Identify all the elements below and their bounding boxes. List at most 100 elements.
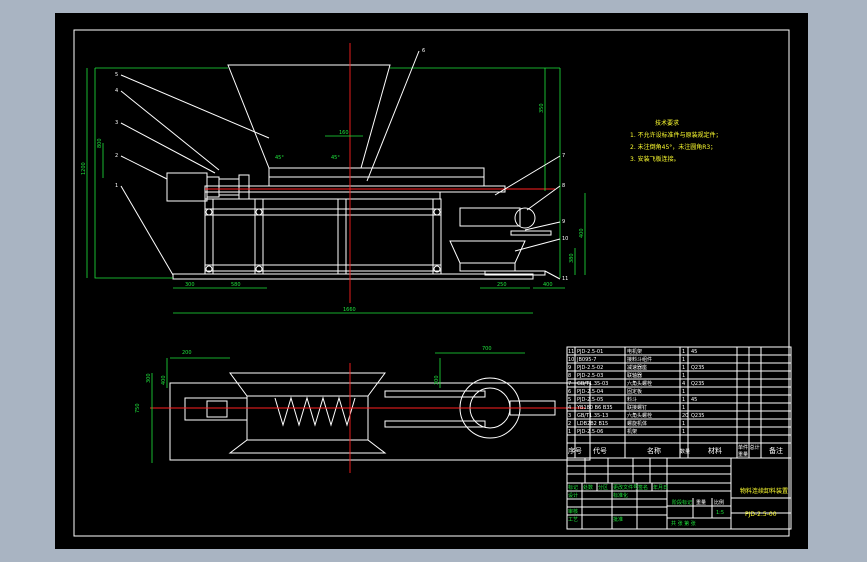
- bom-cell-code: PJD-2.5-03: [577, 373, 603, 379]
- dim-text: 45°: [331, 155, 340, 161]
- plan-hopper: [228, 372, 387, 454]
- base-plate: [172, 273, 534, 280]
- dim-text: 300: [146, 373, 152, 383]
- bom-header: 序号 代号 名称 数量 材料 单件 总计 重量 备注: [568, 444, 783, 458]
- bom-cell-name: 接料斗组件: [627, 356, 652, 363]
- drawing-sheet: 5 4 3 2 1 6 7 8 9 10 11 1660 300 580 250…: [55, 13, 808, 549]
- bom-cell-qty: 1: [682, 429, 685, 435]
- callout-labels: 5 4 3 2 1 6 7 8 9 10 11: [115, 48, 568, 282]
- dim-text: 200: [182, 350, 192, 356]
- dim-text: 250: [497, 282, 507, 288]
- title-block-text: 物料连续卸料装置 PJD-2.5-00 阶段标记 重量 比例 1:5 共 张 第…: [568, 484, 788, 527]
- role-label: 标准化: [613, 492, 628, 499]
- sheet-label: 共 张 第 张: [671, 520, 696, 527]
- bom-header-name: 名称: [647, 446, 661, 455]
- dim-text: 380: [569, 253, 575, 263]
- bom-cell-code: GB/T1.35-03: [577, 381, 608, 387]
- bom-cell-no: 7: [568, 381, 571, 387]
- plan-dimension-texts: 200 700 300 400 300 750: [135, 346, 492, 413]
- bom-cell-mat: 45: [691, 397, 697, 403]
- role-label: 审核: [568, 508, 578, 515]
- bom-cell-code: LDB2B2 B15: [577, 421, 608, 427]
- dim-text: 1200: [81, 162, 87, 175]
- bom-cell-no: 6: [568, 389, 571, 395]
- bom-cell-code: PJD-2.5-04: [577, 389, 603, 395]
- dim-text: 1660: [343, 307, 356, 313]
- bom-cell-no: 2: [568, 421, 571, 427]
- bom-cell-no: 1: [568, 429, 571, 435]
- bom-cell-no: 10: [568, 357, 574, 363]
- callout: 8: [562, 183, 565, 189]
- bom-cell-qty: 20: [682, 413, 688, 419]
- bom-header-code: 代号: [593, 446, 607, 455]
- row-label: 分区: [598, 484, 608, 491]
- bom-cell-name: 联接螺钉: [627, 404, 647, 411]
- row-label: 年月日: [653, 484, 668, 491]
- callout: 11: [562, 276, 568, 282]
- bom-cell-qty: 1: [682, 357, 685, 363]
- reducer: [514, 207, 536, 229]
- discharge-unit: [459, 207, 521, 227]
- row-label: 处数: [583, 484, 593, 491]
- role-label: 设计: [568, 492, 578, 499]
- screw-flight: [274, 396, 356, 427]
- tech-item: 2. 未注倒角45°，未注圆角R3；: [630, 143, 716, 151]
- dim-text: 45°: [275, 155, 284, 161]
- callout: 5: [115, 72, 118, 78]
- bom-cell-name: 固定板: [627, 388, 642, 395]
- bom-cell-name: 六角头螺栓: [627, 412, 652, 419]
- callout: 6: [422, 48, 425, 54]
- frame-top-rail: [204, 191, 441, 200]
- drawing-title: 物料连续卸料装置: [740, 487, 788, 495]
- row-label: 标记: [568, 484, 578, 491]
- bom-cell-qty: 1: [682, 389, 685, 395]
- bom-cell-code: JB095-7: [576, 357, 596, 363]
- bom-cell-no: 8: [568, 373, 571, 379]
- bom-cell-name: 联轴器: [627, 372, 642, 379]
- bom-header-weight-sub: 重量: [738, 451, 748, 458]
- bom-cell-mat: Q235: [691, 365, 704, 371]
- callout: 4: [115, 88, 118, 94]
- bom-cell-name: 螺旋机体: [627, 420, 647, 427]
- bom-header-qty: 数量: [680, 448, 690, 455]
- dim-text: 400: [543, 282, 553, 288]
- bom-cell-code: PJD-2.5-01: [577, 349, 603, 355]
- bom-cell-no: 9: [568, 365, 571, 371]
- dim-text: 800: [97, 138, 103, 148]
- bom-cell-name: 料斗: [627, 396, 637, 403]
- hopper: [227, 64, 391, 169]
- front-view: [86, 43, 586, 314]
- bom-header-no: 序号: [568, 446, 582, 455]
- plan-base: [169, 382, 591, 461]
- dim-text: 300: [434, 375, 440, 385]
- bom-cell-no: 3: [568, 413, 571, 419]
- stage-label: 阶段标记: [672, 499, 692, 506]
- bom-cell-qty: 1: [682, 421, 685, 427]
- callout: 10: [562, 236, 568, 242]
- tech-item: 1. 不允许设标准件与原装规定件；: [630, 131, 722, 139]
- role-label: 工艺: [568, 517, 578, 523]
- plan-view: [150, 352, 591, 473]
- dim-text: 300: [185, 282, 195, 288]
- bom-cell-code: YB180 B6 B35: [576, 405, 613, 411]
- role-label: 批准: [613, 516, 623, 523]
- bom-cell-qty: 1: [682, 397, 685, 403]
- bom-cell-qty: 1: [682, 349, 685, 355]
- drawing-number: PJD-2.5-00: [745, 511, 777, 518]
- dim-text: 580: [231, 282, 241, 288]
- bom-cell-code: GB/T1.35-13: [577, 413, 608, 419]
- callout: 1: [115, 183, 118, 189]
- callout: 2: [115, 153, 118, 159]
- callout: 3: [115, 120, 118, 126]
- bom-cell-qty: 1: [682, 373, 685, 379]
- bom-cell-code: PJD-2.5-02: [577, 365, 603, 371]
- bom-cell-name: 六角头螺栓: [627, 380, 652, 387]
- weight-label: 重量: [696, 499, 706, 506]
- tech-item: 3. 安装飞板连接。: [630, 155, 680, 163]
- receiving-hopper: [449, 240, 526, 264]
- bom-cell-mat: 45: [691, 349, 697, 355]
- bom-header-weight: 单件 总计: [738, 444, 760, 451]
- bom-cell-no: 11: [568, 349, 574, 355]
- bom-cell-code: PJD-2.5-05: [577, 397, 603, 403]
- bom-cell-no: 4: [568, 405, 571, 411]
